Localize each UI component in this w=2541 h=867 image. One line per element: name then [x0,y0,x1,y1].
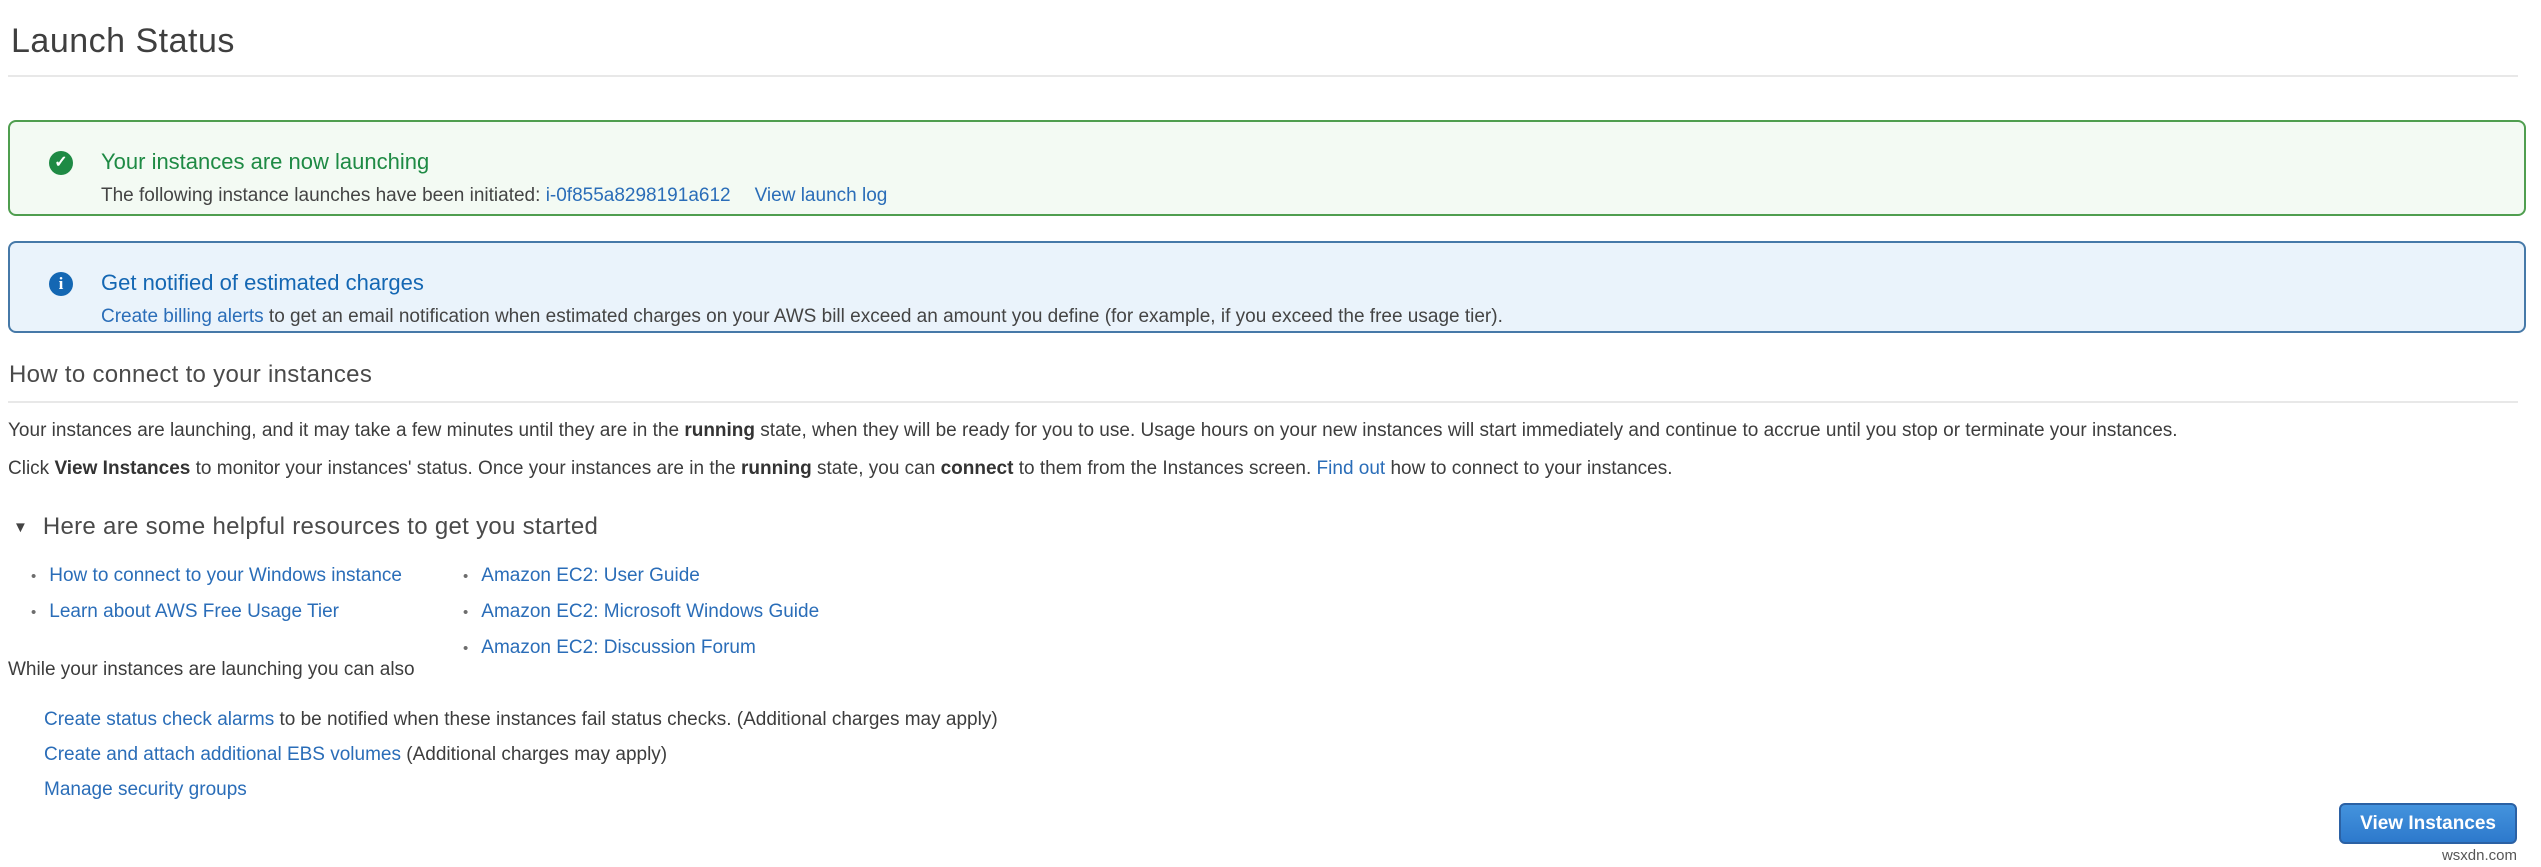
para2-text-3: state, you can [812,458,941,479]
para2-bold-connect: connect [941,458,1014,479]
manage-security-groups-link[interactable]: Manage security groups [44,779,247,800]
connect-paragraph-2: Click View Instances to monitor your ins… [8,458,2518,480]
para2-text-4: to them from the Instances screen. [1013,458,1316,479]
while-items: Create status check alarms to be notifie… [44,709,2518,801]
instance-id-link[interactable]: i-0f855a8298191a612 [546,185,731,206]
info-banner: i Get notified of estimated charges Crea… [8,241,2526,333]
list-item: • Amazon EC2: Microsoft Windows Guide [463,601,819,623]
list-item: • Learn about AWS Free Usage Tier [31,601,463,623]
info-circle-icon: i [49,272,73,296]
para1-text-2: state, when they will be ready for you t… [755,420,2178,441]
para1-bold-running: running [684,420,755,441]
connect-section-heading: How to connect to your instances [8,333,2518,389]
view-launch-log-link[interactable]: View launch log [755,185,888,206]
connect-paragraph-1: Your instances are launching, and it may… [8,420,2518,442]
resources-toggle[interactable]: ▼ Here are some helpful resources to get… [8,513,2518,541]
bullet-icon: • [31,568,36,585]
title-divider [8,75,2518,77]
free-usage-tier-link[interactable]: Learn about AWS Free Usage Tier [49,601,339,623]
page-title: Launch Status [8,0,2518,61]
resources-right-column: • Amazon EC2: User Guide • Amazon EC2: Mic… [463,551,819,659]
create-ebs-volumes-link[interactable]: Create and attach additional EBS volumes [44,744,401,765]
bullet-icon: • [31,604,36,621]
bullet-icon: • [463,604,468,621]
para2-text-5: how to connect to your instances. [1385,458,1672,479]
resources-heading: Here are some helpful resources to get y… [43,513,598,541]
info-banner-content: Get notified of estimated charges Create… [101,270,1503,328]
create-status-check-alarms-link[interactable]: Create status check alarms [44,709,274,730]
while-item-text: to be notified when these instances fail… [274,709,997,730]
resources-columns: • How to connect to your Windows instance… [8,551,2518,659]
success-body: The following instance launches have bee… [101,185,887,207]
info-body: Create billing alerts to get an email no… [101,306,1503,328]
success-body-text: The following instance launches have bee… [101,185,546,206]
while-item-ebs-volumes: Create and attach additional EBS volumes… [44,744,2518,766]
para2-bold-view-instances: View Instances [54,458,190,479]
resources-section: ▼ Here are some helpful resources to get… [8,513,2518,659]
list-item: • Amazon EC2: Discussion Forum [463,637,819,659]
para2-bold-running: running [741,458,812,479]
success-banner-content: Your instances are now launching The fol… [101,149,887,207]
bullet-icon: • [463,568,468,585]
connect-section-divider [8,401,2518,403]
while-item-text: (Additional charges may apply) [401,744,667,765]
info-heading: Get notified of estimated charges [101,270,1503,296]
para1-text-1: Your instances are launching, and it may… [8,420,684,441]
check-circle-icon: ✓ [49,151,73,175]
info-body-text: to get an email notification when estima… [264,306,1503,327]
list-item: • How to connect to your Windows instance [31,565,463,587]
while-item-security-groups: Manage security groups [44,779,2518,801]
windows-instance-link[interactable]: How to connect to your Windows instance [49,565,402,587]
ec2-windows-guide-link[interactable]: Amazon EC2: Microsoft Windows Guide [481,601,819,623]
create-billing-alerts-link[interactable]: Create billing alerts [101,306,264,327]
while-item-status-alarms: Create status check alarms to be notifie… [44,709,2518,731]
ec2-user-guide-link[interactable]: Amazon EC2: User Guide [481,565,700,587]
bullet-icon: • [463,640,468,657]
para2-text-1: Click [8,458,54,479]
triangle-down-icon: ▼ [13,519,28,536]
success-banner: ✓ Your instances are now launching The f… [8,120,2526,216]
success-heading: Your instances are now launching [101,149,887,175]
launch-status-page: Launch Status ✓ Your instances are now l… [0,0,2541,867]
list-item: • Amazon EC2: User Guide [463,565,819,587]
ec2-discussion-forum-link[interactable]: Amazon EC2: Discussion Forum [481,637,756,659]
watermark: wsxdn.com [2442,847,2517,864]
resources-left-column: • How to connect to your Windows instance… [31,551,463,659]
para2-text-2: to monitor your instances' status. Once … [190,458,741,479]
find-out-link[interactable]: Find out [1317,458,1386,479]
view-instances-button[interactable]: View Instances [2339,803,2517,844]
while-intro: While your instances are launching you c… [8,659,2518,681]
